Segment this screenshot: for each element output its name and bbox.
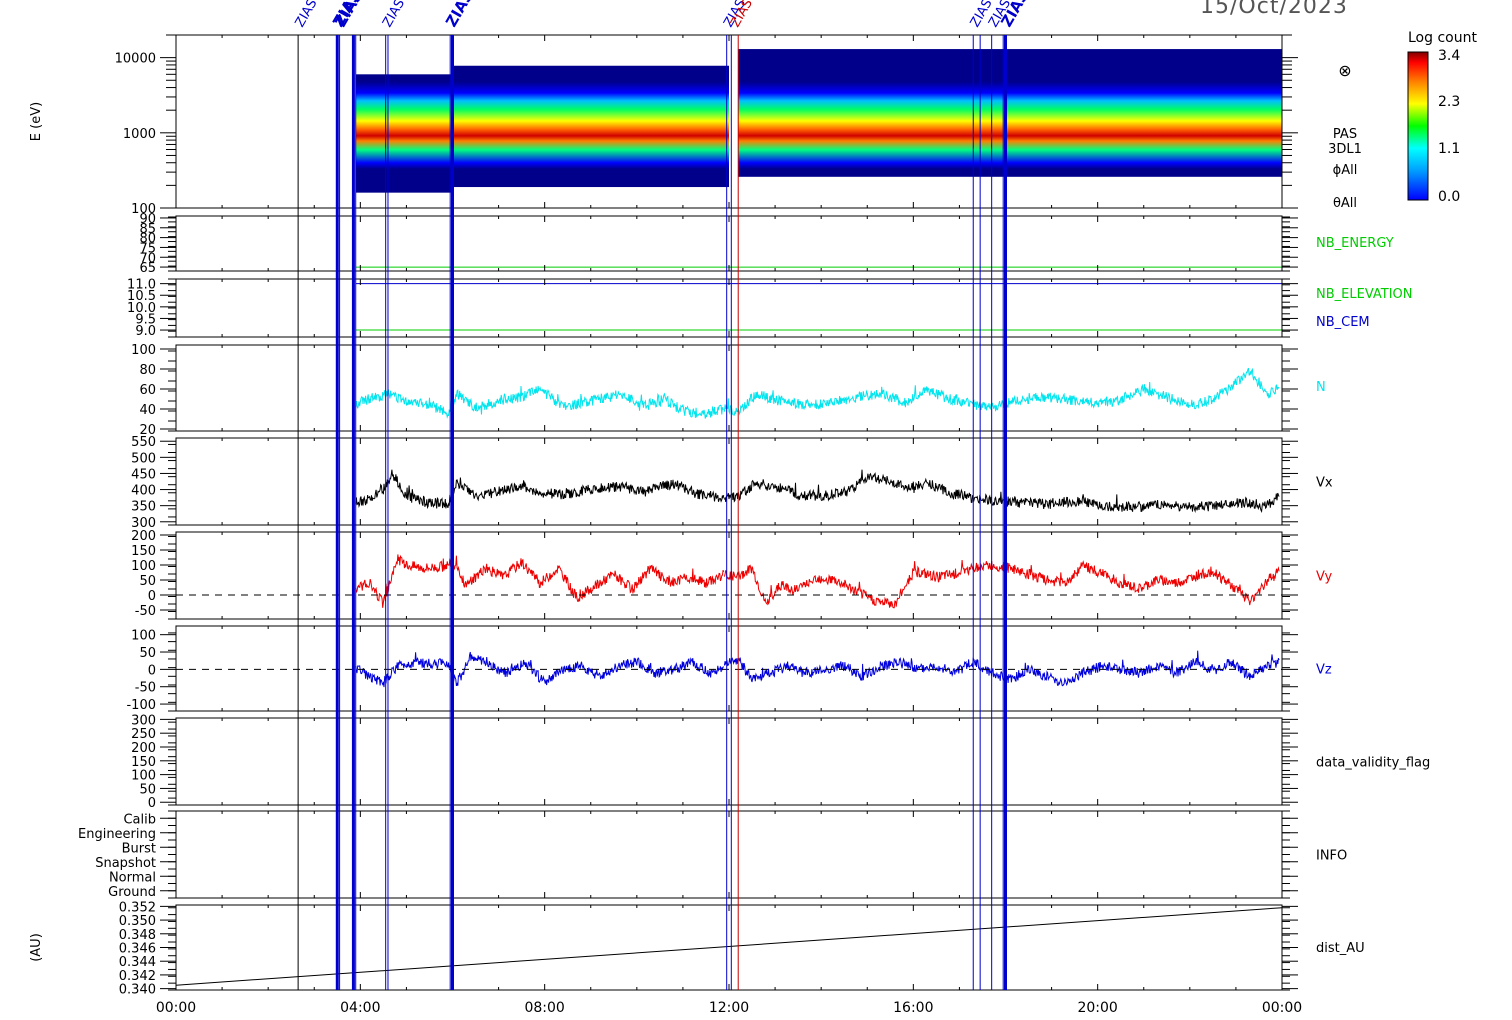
x-tick-label: 00:00	[1262, 1000, 1302, 1016]
y-tick-label: Engineering	[78, 827, 156, 842]
y-tick-label: 250	[131, 727, 156, 742]
colorbar-tick-label: 3.4	[1438, 48, 1460, 64]
x-tick-label: 20:00	[1077, 1000, 1117, 1016]
y-tick-label: 50	[139, 574, 156, 589]
y-tick-label: 400	[131, 484, 156, 499]
y-axis-label: (AU)	[29, 933, 44, 962]
panel-frame-vy	[175, 531, 1283, 620]
y-tick-label: Calib	[123, 812, 156, 827]
y-tick-label: -50	[135, 604, 156, 619]
series-line-vx	[355, 469, 1280, 514]
right-label: ϕAll	[1333, 163, 1358, 178]
y-tick-label: -50	[135, 681, 156, 696]
right-label: PAS	[1333, 127, 1357, 142]
panel-frame-validity	[175, 717, 1283, 806]
y-tick-label: 9.0	[135, 324, 156, 339]
y-tick-label: -100	[126, 698, 156, 713]
y-tick-label: 150	[131, 755, 156, 770]
panel-frame-nb_energy	[175, 215, 1283, 272]
event-marker-label: ZIAS	[442, 0, 477, 30]
series-label: NB_ENERGY	[1316, 236, 1394, 251]
right-label: 3DL1	[1328, 142, 1362, 157]
right-label: data_validity_flag	[1316, 756, 1430, 771]
y-tick-label: 100	[131, 343, 156, 358]
y-tick-label: 100	[131, 559, 156, 574]
colorbar-tick-label: 2.3	[1438, 94, 1460, 110]
y-tick-label: 60	[139, 383, 156, 398]
y-tick-label: 0.340	[119, 983, 156, 998]
series-label: Vx	[1316, 476, 1333, 491]
y-tick-label: 10000	[115, 52, 156, 67]
y-tick-label: 200	[131, 529, 156, 544]
colorbar	[1407, 51, 1429, 201]
colorbar-tick-label: 0.0	[1438, 189, 1460, 205]
series-line-vy	[355, 554, 1280, 609]
y-axis-label: E (eV)	[29, 102, 44, 141]
spectrogram-gap	[729, 46, 739, 203]
y-tick-label: 1000	[123, 127, 156, 142]
spectrogram-core	[355, 81, 1283, 170]
y-tick-label: 350	[131, 500, 156, 515]
panel-frame-dist	[175, 904, 1283, 991]
series-label: dist_AU	[1316, 941, 1365, 956]
colorbar-tick-label: 1.1	[1438, 141, 1460, 157]
series-line-n	[355, 367, 1280, 419]
series-label: Vy	[1316, 570, 1333, 585]
panel-frame-nb_elev	[175, 278, 1283, 338]
event-marker-label: ZIAS	[380, 0, 408, 30]
y-tick-label: Snapshot	[95, 856, 156, 871]
y-tick-label: 300	[131, 713, 156, 728]
x-tick-label: 00:00	[156, 1000, 196, 1016]
y-tick-label: 0	[148, 796, 156, 811]
series-line-dist_au	[175, 907, 1283, 986]
right-label: INFO	[1316, 849, 1347, 864]
x-tick-label: 16:00	[893, 1000, 933, 1016]
y-tick-label: Burst	[122, 841, 156, 856]
y-tick-label: 100	[131, 769, 156, 784]
panel-frame-info	[175, 810, 1283, 899]
y-tick-label: Ground	[108, 885, 156, 900]
panel-frame-vx	[175, 437, 1283, 526]
event-marker-label: ZIAS	[293, 0, 321, 30]
y-tick-label: 500	[131, 451, 156, 466]
y-tick-label: 65	[139, 261, 156, 276]
y-tick-label: 450	[131, 467, 156, 482]
y-tick-label: 50	[139, 782, 156, 797]
y-tick-label: 0	[148, 589, 156, 604]
symbol-icon: ⊗	[1338, 61, 1351, 80]
y-tick-label: 150	[131, 544, 156, 559]
y-tick-label: 40	[139, 403, 156, 418]
y-tick-label: 100	[131, 629, 156, 644]
y-tick-label: 0	[148, 663, 156, 678]
y-tick-label: 80	[139, 363, 156, 378]
series-label: Vz	[1316, 663, 1332, 678]
panel-frame-density	[175, 344, 1283, 432]
series-label: NB_ELEVATION	[1316, 287, 1413, 302]
y-tick-label: Normal	[109, 870, 156, 885]
x-tick-label: 08:00	[524, 1000, 564, 1016]
y-tick-label: 50	[139, 646, 156, 661]
series-line-vz	[355, 650, 1280, 688]
right-label: θAll	[1333, 196, 1357, 211]
x-tick-label: 12:00	[709, 1000, 749, 1016]
series-label: N	[1316, 380, 1326, 395]
x-tick-label: 04:00	[340, 1000, 380, 1016]
y-tick-label: 200	[131, 741, 156, 756]
panel-frame-vz	[175, 625, 1283, 712]
series-label: NB_CEM	[1316, 315, 1370, 330]
y-tick-label: 550	[131, 435, 156, 450]
stacked-time-series-plot: 100001000100E (eV)⊗PAS3DL1ϕAllθAll908580…	[29, 0, 1460, 1016]
